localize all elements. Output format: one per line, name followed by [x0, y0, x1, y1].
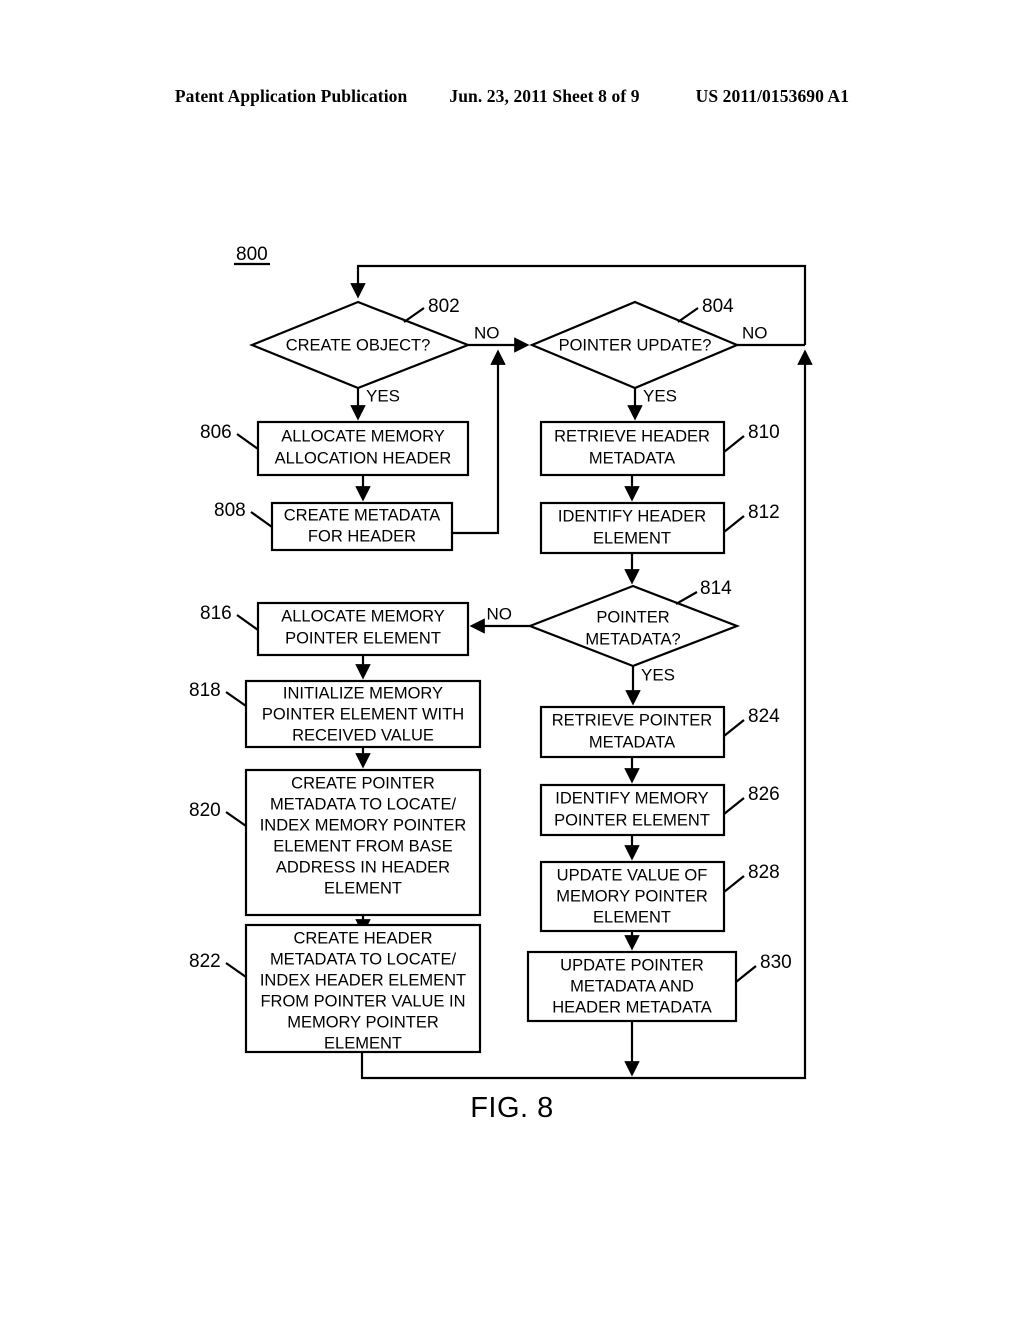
decision-814: POINTER METADATA? 814 NO YES [487, 578, 741, 684]
process-820-line-4: ELEMENT FROM BASE [273, 837, 452, 855]
process-828-line-3: ELEMENT [593, 908, 671, 926]
process-824-line-2: METADATA [589, 733, 675, 751]
process-822-line-4: FROM POINTER VALUE IN [260, 992, 465, 1010]
process-812-line-1: IDENTIFY HEADER [558, 507, 706, 525]
ref-number-812: 812 [748, 502, 780, 523]
ref-number-804: 804 [702, 296, 734, 317]
process-818-line-2: POINTER ELEMENT WITH [262, 705, 464, 723]
process-822-line-5: MEMORY POINTER [287, 1013, 439, 1031]
decision-814-line-1: POINTER [596, 608, 669, 626]
process-826-line-2: POINTER ELEMENT [554, 811, 710, 829]
process-808-line-2: FOR HEADER [308, 527, 416, 545]
process-812: IDENTIFY HEADER ELEMENT 812 [539, 501, 780, 555]
ref-number-816: 816 [200, 603, 232, 624]
branch-label-802-yes: YES [366, 386, 400, 405]
ref-number-802: 802 [428, 296, 460, 317]
process-828-line-1: UPDATE VALUE OF [557, 866, 708, 884]
process-808: CREATE METADATA FOR HEADER 808 [214, 500, 454, 552]
process-816: ALLOCATE MEMORY POINTER ELEMENT 816 [200, 601, 470, 657]
process-826-line-1: IDENTIFY MEMORY [555, 789, 708, 807]
ref-number-824: 824 [748, 706, 780, 727]
ref-number-814: 814 [700, 578, 732, 599]
process-818-line-1: INITIALIZE MEMORY [283, 684, 443, 702]
process-830-line-1: UPDATE POINTER [560, 956, 704, 974]
patent-page: Patent Application Publication Jun. 23, … [0, 0, 1024, 1320]
flowchart-diagram: 800 CREATE OBJECT? 802 NO YES POINTER UP… [189, 244, 813, 1080]
process-818: INITIALIZE MEMORY POINTER ELEMENT WITH R… [189, 679, 482, 749]
branch-label-804-no: NO [742, 323, 768, 342]
process-816-line-1: ALLOCATE MEMORY [281, 607, 445, 625]
ref-number-820: 820 [189, 800, 221, 821]
diagram-number-800: 800 [236, 244, 268, 265]
ref-number-828: 828 [748, 862, 780, 883]
process-806: ALLOCATE MEMORY ALLOCATION HEADER 806 [200, 420, 470, 477]
decision-804-label: POINTER UPDATE? [559, 336, 712, 354]
branch-label-814-yes: YES [641, 665, 675, 684]
process-828: UPDATE VALUE OF MEMORY POINTER ELEMENT 8… [539, 860, 780, 933]
process-826: IDENTIFY MEMORY POINTER ELEMENT 826 [539, 783, 780, 837]
process-822-line-1: CREATE HEADER [293, 929, 432, 947]
process-806-line-1: ALLOCATE MEMORY [281, 427, 445, 445]
process-822-line-3: INDEX HEADER ELEMENT [260, 971, 466, 989]
process-810-line-1: RETRIEVE HEADER [554, 427, 710, 445]
process-820: CREATE POINTER METADATA TO LOCATE/ INDEX… [189, 768, 482, 917]
decision-802: CREATE OBJECT? 802 NO YES [249, 296, 500, 405]
ref-number-818: 818 [189, 680, 221, 701]
ref-number-806: 806 [200, 422, 232, 443]
branch-label-802-no: NO [474, 323, 500, 342]
ref-number-822: 822 [189, 951, 221, 972]
process-830-line-3: HEADER METADATA [552, 998, 712, 1016]
process-810: RETRIEVE HEADER METADATA 810 [539, 420, 780, 477]
process-824-line-1: RETRIEVE POINTER [552, 711, 713, 729]
process-822-line-6: ELEMENT [324, 1034, 402, 1052]
process-812-line-2: ELEMENT [593, 529, 671, 547]
ref-number-826: 826 [748, 784, 780, 805]
process-820-line-3: INDEX MEMORY POINTER [260, 816, 467, 834]
process-830: UPDATE POINTER METADATA AND HEADER METAD… [526, 950, 792, 1023]
process-820-line-5: ADDRESS IN HEADER [276, 858, 450, 876]
process-820-line-2: METADATA TO LOCATE/ [270, 795, 457, 813]
ref-number-830: 830 [760, 952, 792, 973]
process-830-line-2: METADATA AND [570, 977, 694, 995]
process-820-line-1: CREATE POINTER [291, 774, 435, 792]
process-820-line-6: ELEMENT [324, 879, 402, 897]
process-816-line-2: POINTER ELEMENT [285, 629, 441, 647]
branch-label-804-yes: YES [643, 386, 677, 405]
branch-label-814-no: NO [487, 604, 513, 623]
decision-802-label: CREATE OBJECT? [286, 336, 431, 354]
decision-804: POINTER UPDATE? 804 NO YES [529, 296, 768, 405]
process-818-line-3: RECEIVED VALUE [292, 726, 434, 744]
process-822-line-2: METADATA TO LOCATE/ [270, 950, 457, 968]
process-828-line-2: MEMORY POINTER [556, 887, 708, 905]
ref-number-810: 810 [748, 422, 780, 443]
process-822: CREATE HEADER METADATA TO LOCATE/ INDEX … [189, 923, 482, 1054]
ref-number-808: 808 [214, 500, 246, 521]
figure-caption: FIG. 8 [470, 1092, 554, 1124]
decision-814-line-2: METADATA? [585, 630, 680, 648]
process-806-line-2: ALLOCATION HEADER [275, 449, 452, 467]
process-810-line-2: METADATA [589, 449, 675, 467]
process-824: RETRIEVE POINTER METADATA 824 [539, 705, 780, 759]
process-808-line-1: CREATE METADATA [284, 506, 440, 524]
